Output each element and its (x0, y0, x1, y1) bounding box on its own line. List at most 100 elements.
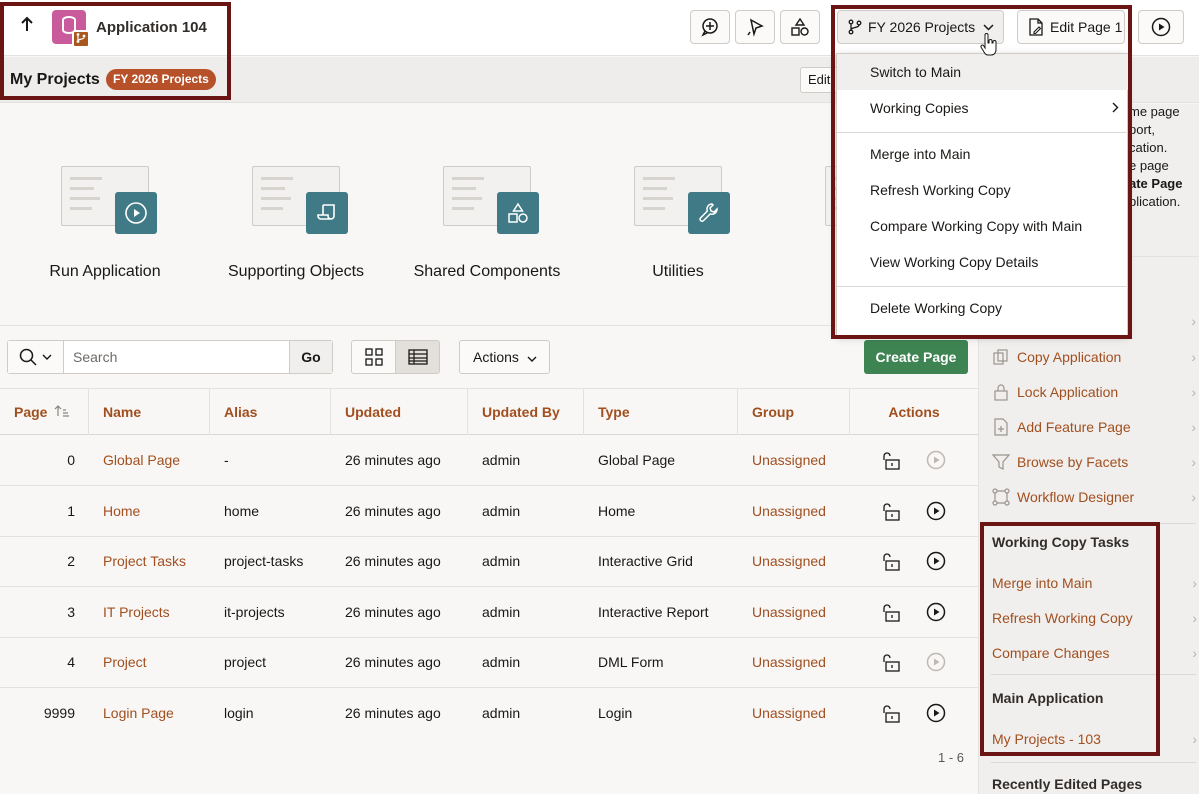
column-header-alias[interactable]: Alias (210, 389, 331, 435)
cell-group[interactable]: Unassigned (738, 486, 850, 536)
column-header-group[interactable]: Group (738, 389, 850, 435)
sticky-note-button[interactable] (735, 10, 775, 44)
cell-type: Home (598, 503, 636, 519)
menu-item-delete-working-copy[interactable]: Delete Working Copy (837, 290, 1129, 326)
cell-group[interactable]: Unassigned (738, 587, 850, 637)
chevron-right-icon: › (1191, 383, 1196, 400)
edit-button[interactable]: Edit (800, 67, 840, 93)
cell-group[interactable]: Unassigned (738, 637, 850, 687)
app-tiles: Run Application Supporting Objects Share… (0, 104, 978, 325)
cell-name[interactable]: Project (89, 637, 210, 687)
tile-utilities[interactable]: Utilities (583, 104, 773, 325)
menu-separator (837, 132, 1129, 133)
chevron-right-icon: › (1191, 348, 1196, 365)
column-header-actions: Actions (888, 404, 940, 420)
sidebar-item-label: Merge into Main (992, 574, 1093, 591)
table-header: Page Name Alias Updated Updated By Type … (0, 388, 978, 435)
sidebar-item-lock-application[interactable]: Lock Application › (991, 374, 1196, 409)
run-page-icon[interactable] (926, 602, 946, 622)
menu-item-compare-working-copy[interactable]: Compare Working Copy with Main (837, 208, 1129, 244)
edit-page-button[interactable]: Edit Page 1 (1017, 10, 1125, 44)
menu-item-view-working-copy-details[interactable]: View Working Copy Details (837, 244, 1129, 280)
column-header-page[interactable]: Page (0, 389, 89, 435)
sidebar-item-label: Add Feature Page (1017, 418, 1131, 435)
sidebar-item-compare-changes[interactable]: Compare Changes › (992, 635, 1197, 670)
top-bar: Application 104 FY 2026 Projects Edit Pa… (0, 0, 1199, 56)
column-header-updated[interactable]: Updated (331, 389, 468, 435)
run-page-icon[interactable] (926, 551, 946, 571)
menu-item-switch-to-main[interactable]: Switch to Main (837, 54, 1129, 90)
unlock-icon[interactable] (880, 703, 902, 725)
view-report-button[interactable] (395, 340, 440, 374)
cell-type: DML Form (598, 654, 664, 670)
cell-group[interactable]: Unassigned (738, 435, 850, 485)
search-input[interactable] (65, 341, 289, 373)
sidebar-item-workflow-designer[interactable]: Workflow Designer › (991, 479, 1196, 514)
cell-updated-by: admin (482, 553, 521, 569)
cell-name[interactable]: Global Page (89, 435, 210, 485)
cell-type: Global Page (598, 452, 676, 468)
tile-supporting-objects[interactable]: Supporting Objects (201, 104, 391, 325)
search-icon (19, 348, 37, 366)
column-header-updated-by[interactable]: Updated By (468, 389, 584, 435)
column-header-type[interactable]: Type (584, 389, 738, 435)
cell-page: 9999 (43, 705, 75, 721)
sidebar-item-label: Browse by Facets (1017, 453, 1129, 470)
actions-menu-button[interactable]: Actions (459, 340, 550, 374)
cell-name[interactable]: Home (89, 486, 210, 536)
sidebar-item-label: Copy Application (1017, 348, 1122, 365)
run-page-icon[interactable] (926, 501, 946, 521)
tile-run-application[interactable]: Run Application (10, 104, 200, 325)
add-comment-button[interactable] (690, 10, 730, 44)
sidebar-item-add-feature-page[interactable]: Add Feature Page › (991, 409, 1196, 444)
sidebar-item-refresh-working-copy[interactable]: Refresh Working Copy › (992, 600, 1197, 635)
sidebar-item-browse-by-facets[interactable]: Browse by Facets › (991, 444, 1196, 479)
cell-updated: 26 minutes ago (345, 553, 441, 569)
menu-item-merge-into-main[interactable]: Merge into Main (837, 136, 1129, 172)
sidebar-item-main-application-link[interactable]: My Projects - 103 › (992, 721, 1197, 756)
go-button[interactable]: Go (289, 341, 332, 373)
chevron-right-icon: › (1192, 574, 1197, 591)
view-icons-button[interactable] (351, 340, 396, 374)
run-page-button[interactable] (1138, 10, 1184, 44)
unlock-icon[interactable] (880, 652, 902, 674)
sort-ascending-icon (54, 405, 70, 417)
branch-menu-button[interactable]: FY 2026 Projects (837, 10, 1004, 44)
run-page-icon[interactable] (926, 703, 946, 723)
up-arrow-icon[interactable] (16, 15, 38, 37)
column-header-name[interactable]: Name (89, 389, 210, 435)
search-column-selector[interactable] (8, 341, 64, 373)
chevron-right-icon: › (1192, 644, 1197, 661)
cell-name[interactable]: Login Page (89, 688, 210, 738)
sidebar-item-copy-application[interactable]: Copy Application › (991, 339, 1196, 374)
cell-group[interactable]: Unassigned (738, 536, 850, 586)
menu-item-working-copies[interactable]: Working Copies (837, 90, 1129, 126)
tile-shared-components[interactable]: Shared Components (392, 104, 582, 325)
unlock-icon[interactable] (880, 501, 902, 523)
pagination-range: 1 - 6 (937, 750, 964, 765)
cell-name[interactable]: IT Projects (89, 587, 210, 637)
working-copy-badge: FY 2026 Projects (106, 69, 216, 90)
divider (991, 762, 1196, 763)
run-page-icon (926, 450, 946, 470)
cell-updated: 26 minutes ago (345, 654, 441, 670)
create-page-button[interactable]: Create Page (864, 340, 968, 374)
cell-name[interactable]: Project Tasks (89, 536, 210, 586)
sidebar-item-merge-into-main[interactable]: Merge into Main › (992, 565, 1197, 600)
actions-label: Actions (473, 349, 519, 365)
cell-type: Interactive Grid (598, 553, 693, 569)
chevron-right-icon (1112, 90, 1119, 126)
table-row: 0 Global Page -26 minutes ago admin Global P… (0, 435, 978, 486)
help-text: ate Page (1129, 176, 1183, 191)
sidebar-item-label: Refresh Working Copy (992, 609, 1133, 626)
shared-components-button[interactable] (780, 10, 820, 44)
cell-type: Interactive Report (598, 604, 709, 620)
unlock-icon[interactable] (880, 602, 902, 624)
cell-page: 4 (67, 654, 75, 670)
unlock-icon[interactable] (880, 450, 902, 472)
menu-item-refresh-working-copy[interactable]: Refresh Working Copy (837, 172, 1129, 208)
unlock-icon[interactable] (880, 551, 902, 573)
main-application-heading: Main Application (992, 690, 1104, 706)
scroll-icon (306, 192, 348, 234)
cell-group[interactable]: Unassigned (738, 688, 850, 738)
